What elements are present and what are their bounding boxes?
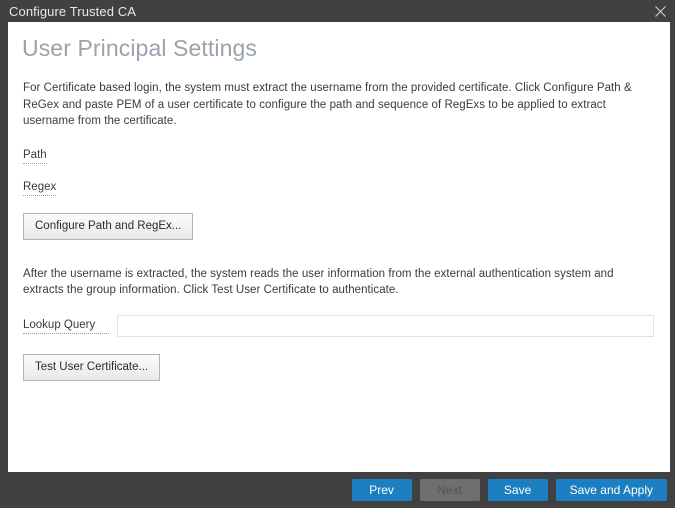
save-button[interactable]: Save: [488, 479, 548, 501]
path-field-row: Path: [20, 130, 658, 164]
save-and-apply-button[interactable]: Save and Apply: [556, 479, 667, 501]
test-user-certificate-button[interactable]: Test User Certificate...: [23, 354, 160, 381]
next-button: Next: [420, 479, 480, 501]
window-body-frame: User Principal Settings For Certificate …: [0, 22, 675, 472]
page-title: User Principal Settings: [20, 22, 658, 60]
configure-path-regex-row: Configure Path and RegEx...: [20, 196, 658, 240]
title-bar: Configure Trusted CA: [0, 0, 675, 22]
lookup-query-label[interactable]: Lookup Query: [23, 318, 109, 334]
prev-button[interactable]: Prev: [352, 479, 412, 501]
regex-field-row: Regex: [20, 164, 658, 196]
lookup-paragraph: After the username is extracted, the sys…: [20, 266, 658, 299]
content-panel: User Principal Settings For Certificate …: [8, 22, 670, 472]
regex-label[interactable]: Regex: [23, 180, 56, 196]
lookup-section: After the username is extracted, the sys…: [20, 240, 658, 381]
configure-trusted-ca-dialog: Configure Trusted CA User Principal Sett…: [0, 0, 675, 508]
footer-button-bar: Prev Next Save Save and Apply: [0, 472, 675, 508]
test-user-certificate-row: Test User Certificate...: [20, 337, 658, 381]
close-icon[interactable]: [645, 0, 675, 22]
lookup-query-input[interactable]: [117, 315, 654, 337]
intro-paragraph: For Certificate based login, the system …: [20, 60, 658, 130]
lookup-query-row: Lookup Query: [20, 299, 658, 337]
path-label[interactable]: Path: [23, 148, 47, 164]
window-title: Configure Trusted CA: [9, 5, 136, 18]
configure-path-and-regex-button[interactable]: Configure Path and RegEx...: [23, 213, 193, 240]
